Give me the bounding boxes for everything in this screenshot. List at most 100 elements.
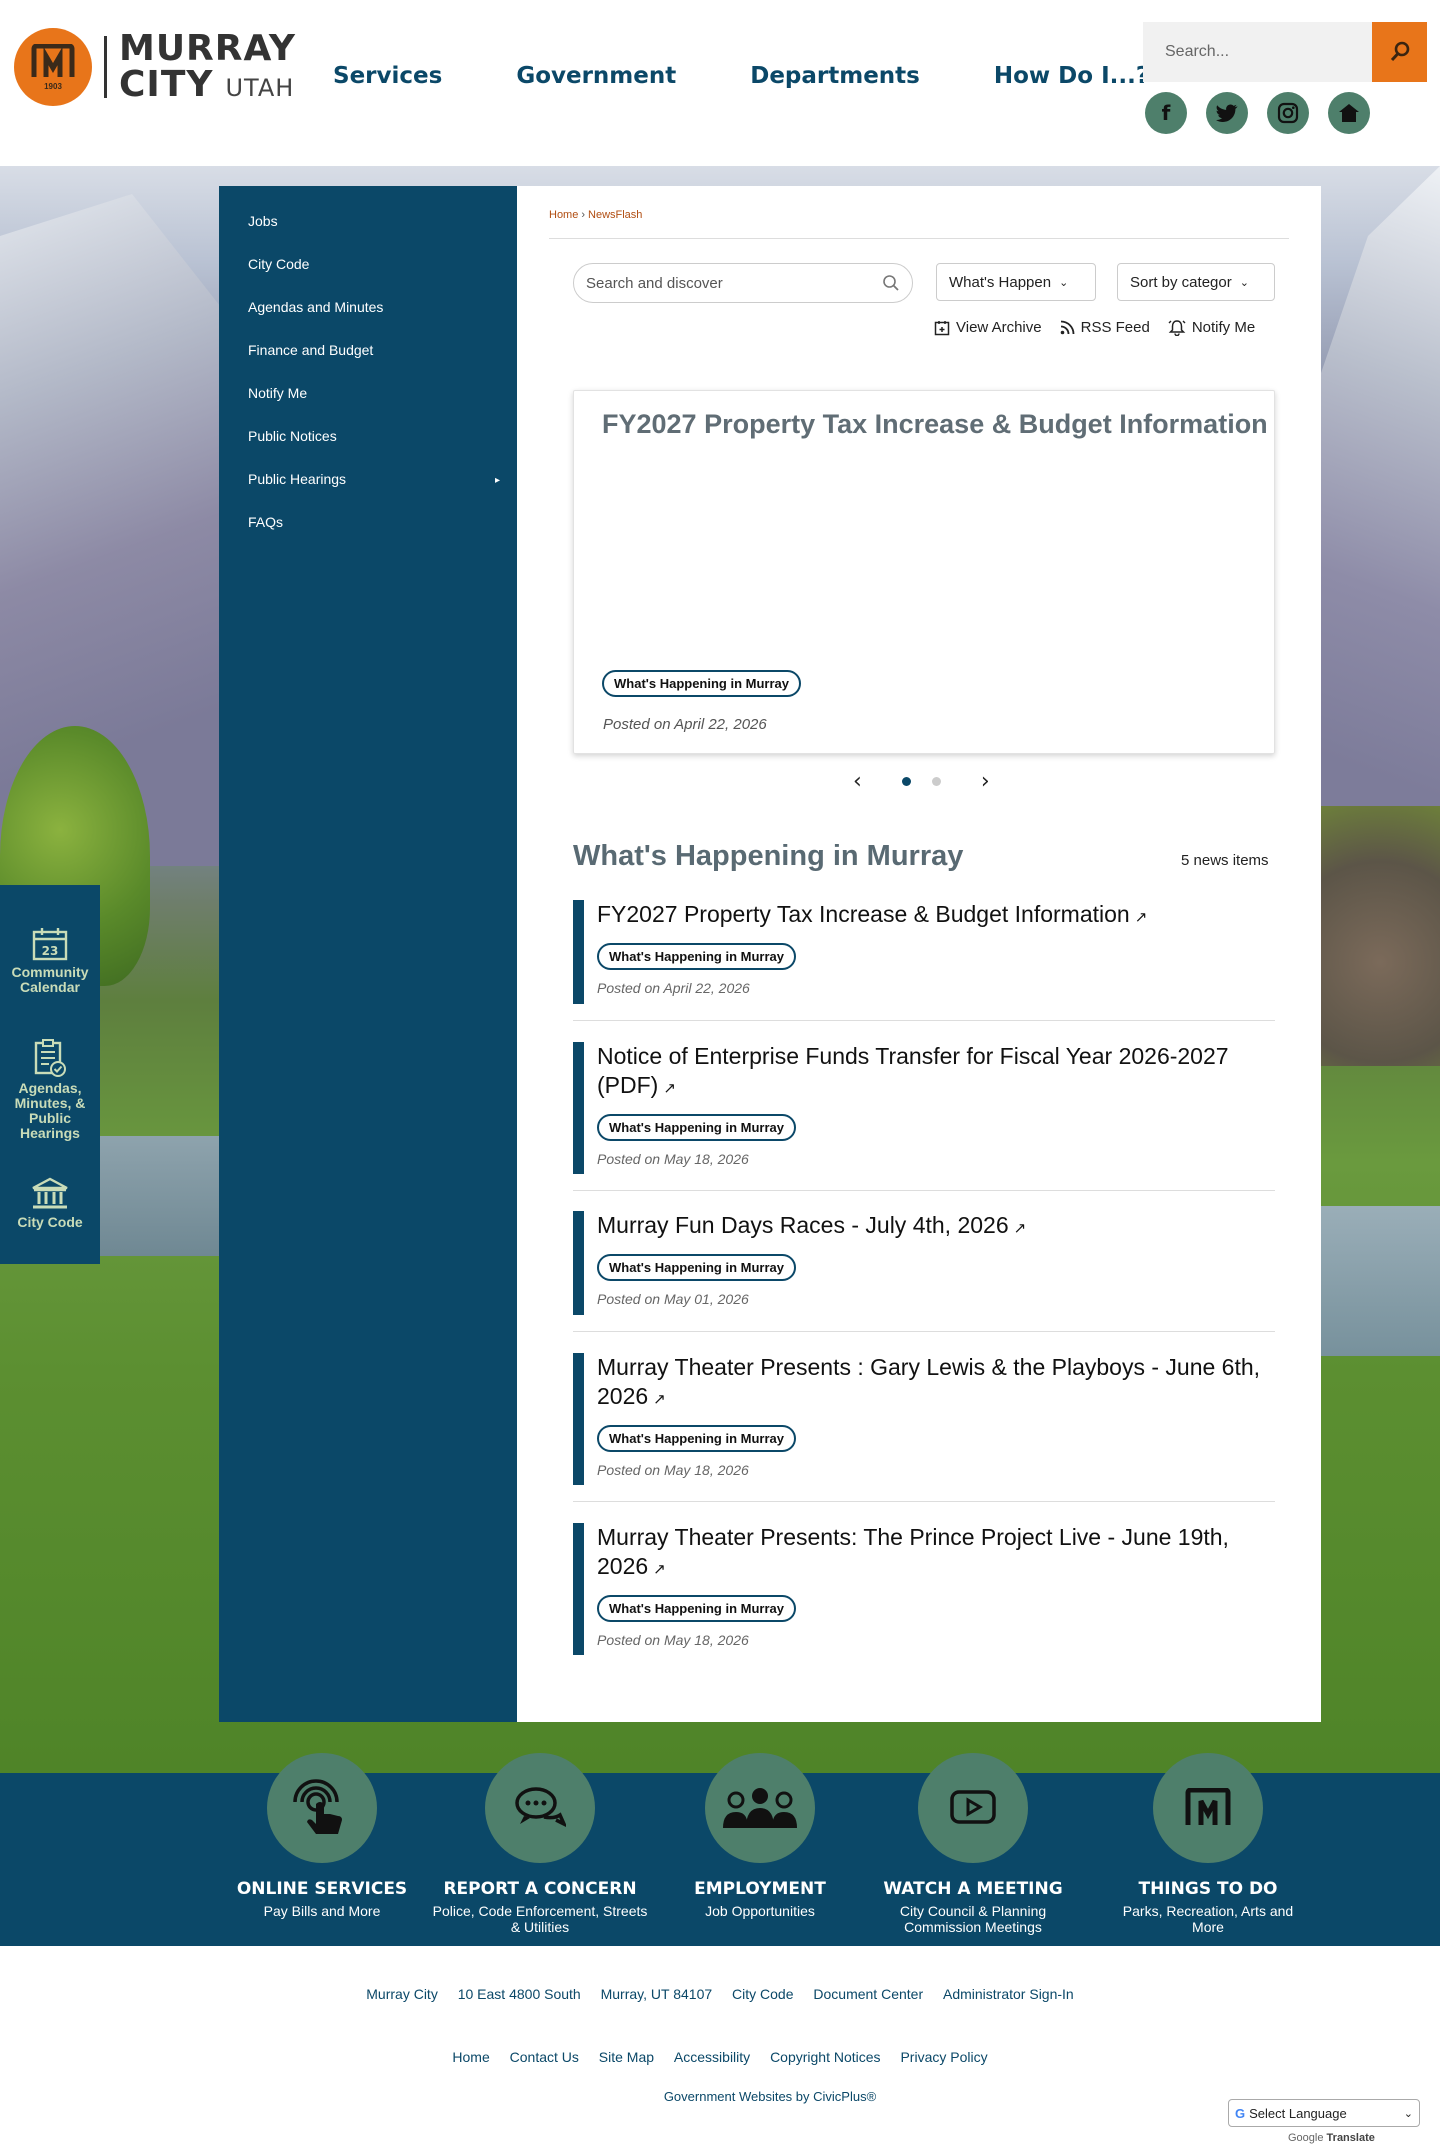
site-search-input[interactable]: [1143, 22, 1372, 82]
nav-how-do-i[interactable]: How Do I...?: [994, 63, 1149, 89]
carousel-next-button[interactable]: ›: [981, 769, 990, 794]
news-item-category-tag[interactable]: What's Happening in Murray: [597, 1254, 796, 1281]
nav-departments[interactable]: Departments: [750, 63, 920, 89]
featured-news-title[interactable]: FY2027 Property Tax Increase & Budget In…: [602, 409, 1268, 440]
chevron-down-icon: ⌄: [1403, 2107, 1413, 2120]
notify-me-link[interactable]: Notify Me: [1168, 319, 1255, 336]
main-navigation: Services Government Departments How Do I…: [333, 63, 1149, 89]
site-search-button[interactable]: [1372, 22, 1427, 82]
news-item-category-tag[interactable]: What's Happening in Murray: [597, 943, 796, 970]
rss-feed-link[interactable]: RSS Feed: [1060, 319, 1150, 336]
footer-link-copyright[interactable]: Copyright Notices: [770, 2049, 881, 2065]
google-wordmark: Google: [1288, 2132, 1324, 2144]
news-item-category-tag[interactable]: What's Happening in Murray: [597, 1595, 796, 1622]
footer-link-contact-us[interactable]: Contact Us: [510, 2049, 579, 2065]
footer-credit[interactable]: Government Websites by CivicPlus®: [0, 2089, 1440, 2104]
category-select[interactable]: What's Happen ⌄: [936, 263, 1096, 301]
twitter-icon[interactable]: [1206, 92, 1248, 134]
logo-name-line1: MURRAY: [119, 28, 296, 69]
service-icon-circle: [705, 1753, 815, 1863]
list-item: Murray Fun Days Races - July 4th, 2026 ↗ …: [573, 1211, 1275, 1315]
news-item-category-tag[interactable]: What's Happening in Murray: [597, 1425, 796, 1452]
social-links: f: [1145, 92, 1370, 134]
clipboard-icon: [34, 1039, 66, 1077]
footer-link-home[interactable]: Home: [452, 2049, 489, 2065]
murray-city-logo[interactable]: 1903 MURRAY CITY UTAH: [14, 28, 296, 106]
notify-me-label: Notify Me: [1191, 319, 1256, 336]
sidebar-item-public-hearings[interactable]: Public Hearings ▸: [219, 470, 517, 513]
calendar-icon: 23: [32, 928, 68, 961]
chevron-down-icon: ⌄: [1059, 276, 1069, 289]
nav-government[interactable]: Government: [516, 63, 676, 89]
footer-link-admin-sign-in[interactable]: Administrator Sign-In: [943, 1986, 1074, 2002]
service-report-a-concern[interactable]: REPORT A CONCERN Police, Code Enforcemen…: [430, 1753, 650, 1935]
google-translate-credit[interactable]: Google Translate: [1288, 2132, 1375, 2144]
news-item-title[interactable]: Murray Fun Days Races - July 4th, 2026 ↗: [597, 1211, 1275, 1243]
search-icon[interactable]: [882, 274, 900, 292]
home-icon[interactable]: [1328, 92, 1370, 134]
service-title: EMPLOYMENT: [694, 1879, 826, 1899]
news-item-accent-bar: [573, 1042, 584, 1174]
news-divider: [573, 1331, 1275, 1332]
featured-category-tag[interactable]: What's Happening in Murray: [602, 670, 801, 697]
news-item-date: Posted on May 01, 2026: [597, 1291, 749, 1307]
sidebar-item-faqs[interactable]: FAQs: [219, 513, 517, 556]
service-employment[interactable]: EMPLOYMENT Job Opportunities: [660, 1753, 860, 1919]
sidebar-item-label: Public Notices: [248, 428, 337, 444]
carousel-prev-button[interactable]: ‹: [853, 769, 862, 794]
chevron-down-icon: ⌄: [1239, 276, 1249, 289]
news-item-accent-bar: [573, 1211, 584, 1315]
search-icon: [1390, 41, 1409, 62]
service-icon-circle: [918, 1753, 1028, 1863]
sidebar-item-notify-me[interactable]: Notify Me: [219, 384, 517, 427]
sidebar-item-public-notices[interactable]: Public Notices: [219, 427, 517, 470]
service-subtitle: Parks, Recreation, Arts and More: [1122, 1903, 1294, 1935]
translate-label: Translate: [1326, 2132, 1375, 2144]
news-item-date: Posted on April 22, 2026: [597, 980, 750, 996]
footer-link-privacy[interactable]: Privacy Policy: [900, 2049, 987, 2065]
featured-posted-date: Posted on April 22, 2026: [603, 716, 767, 733]
facebook-icon[interactable]: f: [1145, 92, 1187, 134]
external-link-icon: ↗: [653, 1561, 666, 1578]
news-item-accent-bar: [573, 900, 584, 1004]
quick-link-community-calendar[interactable]: 23 Community Calendar: [0, 927, 100, 995]
sidebar-item-finance-and-budget[interactable]: Finance and Budget: [219, 341, 517, 384]
instagram-icon[interactable]: [1267, 92, 1309, 134]
footer-link-city-code[interactable]: City Code: [732, 1986, 793, 2002]
footer-link-site-map[interactable]: Site Map: [599, 2049, 654, 2065]
news-item-category-tag[interactable]: What's Happening in Murray: [597, 1114, 796, 1141]
news-item-date: Posted on May 18, 2026: [597, 1151, 749, 1167]
news-item-title[interactable]: FY2027 Property Tax Increase & Budget In…: [597, 900, 1275, 932]
sidebar-item-jobs[interactable]: Jobs: [219, 212, 517, 255]
quick-link-city-code[interactable]: City Code: [0, 1177, 100, 1230]
news-item-title[interactable]: Murray Theater Presents : Gary Lewis & t…: [597, 1353, 1275, 1414]
news-item-title[interactable]: Notice of Enterprise Funds Transfer for …: [597, 1042, 1275, 1103]
nav-services[interactable]: Services: [333, 63, 442, 89]
carousel-dot-2[interactable]: [931, 777, 941, 786]
footer-street: 10 East 4800 South: [457, 1986, 581, 2002]
chat-icon: [515, 1787, 566, 1827]
news-search-input[interactable]: [586, 274, 882, 292]
language-select[interactable]: G Select Language ⌄: [1228, 2099, 1420, 2127]
featured-news-card[interactable]: FY2027 Property Tax Increase & Budget In…: [573, 390, 1275, 754]
breadcrumb-current[interactable]: NewsFlash: [588, 209, 642, 221]
footer-link-document-center[interactable]: Document Center: [813, 1986, 923, 2002]
breadcrumb-home[interactable]: Home: [549, 209, 578, 221]
news-search: [573, 263, 913, 303]
view-archive-link[interactable]: View Archive: [934, 319, 1042, 336]
sidebar-item-label: Public Hearings: [248, 471, 347, 487]
news-item-accent-bar: [573, 1523, 584, 1655]
carousel-dot-1[interactable]: [901, 777, 911, 786]
quick-link-label: Agendas, Minutes, & Public Hearings: [14, 1080, 86, 1141]
sidebar-item-agendas-and-minutes[interactable]: Agendas and Minutes: [219, 298, 517, 341]
people-icon: [723, 1788, 797, 1828]
quick-link-agendas[interactable]: Agendas, Minutes, & Public Hearings: [0, 1039, 100, 1141]
service-watch-a-meeting[interactable]: WATCH A MEETING City Council & Planning …: [868, 1753, 1078, 1935]
service-online-services[interactable]: ONLINE SERVICES Pay Bills and More: [222, 1753, 422, 1919]
service-things-to-do[interactable]: THINGS TO DO Parks, Recreation, Arts and…: [1108, 1753, 1308, 1935]
news-item-title[interactable]: Murray Theater Presents: The Prince Proj…: [597, 1523, 1275, 1584]
sidebar-item-city-code[interactable]: City Code: [219, 255, 517, 298]
submenu-arrow-icon[interactable]: ▸: [495, 472, 500, 490]
sort-select[interactable]: Sort by categor ⌄: [1117, 263, 1275, 301]
footer-link-accessibility[interactable]: Accessibility: [674, 2049, 750, 2065]
